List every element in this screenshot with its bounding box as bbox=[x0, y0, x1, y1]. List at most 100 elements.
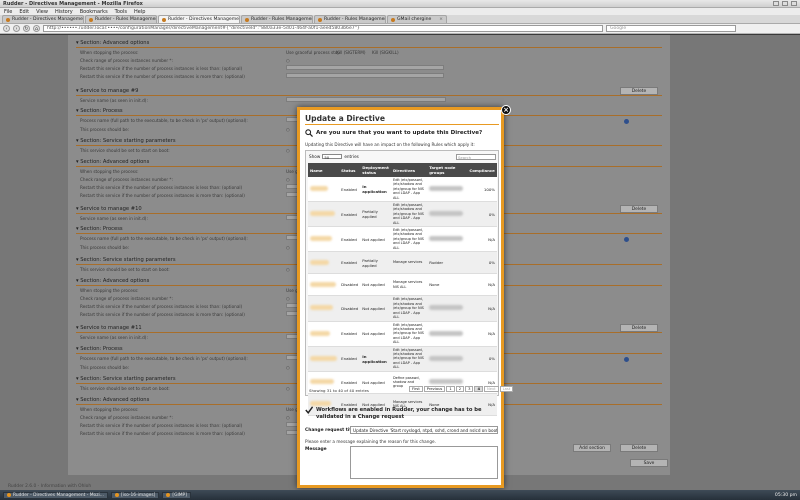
stop-mode-radio[interactable]: Use graceful process stop bbox=[286, 50, 340, 55]
delete-button[interactable]: Delete bbox=[620, 87, 658, 95]
browser-tab[interactable]: GMail chergine × bbox=[387, 15, 447, 23]
url-input[interactable]: http://••••••.rudder.local:••••/configur… bbox=[43, 25, 603, 32]
clock: 05:30 pm bbox=[774, 492, 797, 498]
rule-name-cell[interactable] bbox=[308, 201, 340, 228]
pager-last[interactable]: Last bbox=[499, 386, 514, 392]
radio-option[interactable]: ○ bbox=[286, 245, 290, 250]
field-label: This process should be: bbox=[80, 365, 130, 370]
menu-bookmarks[interactable]: Bookmarks bbox=[80, 9, 108, 15]
search-input[interactable]: Google bbox=[606, 25, 736, 32]
radio-option[interactable]: ○ bbox=[286, 415, 290, 420]
delete-button[interactable]: Delete bbox=[620, 324, 658, 332]
radio-option[interactable]: ○ bbox=[286, 365, 290, 370]
taskbar-item[interactable]: [iso-16-images] bbox=[110, 491, 160, 499]
maximize-icon[interactable] bbox=[782, 1, 788, 6]
browser-tab[interactable]: Rudder - Rules Management× bbox=[85, 15, 157, 23]
table-row[interactable]: Enabled Not applied Edit /etc/passwd, /etc… bbox=[308, 226, 497, 253]
table-row[interactable]: Enabled Partially applied Edit /etc/passwd… bbox=[308, 201, 497, 228]
text-field[interactable] bbox=[286, 97, 446, 102]
stop-mode-radio[interactable]: Kill (SIGKILL) bbox=[372, 50, 399, 55]
close-icon[interactable]: × bbox=[501, 105, 511, 115]
radio-option[interactable]: ○ bbox=[286, 267, 290, 272]
browser-tab[interactable]: Rudder - Rules Management× bbox=[314, 15, 386, 23]
info-icon[interactable] bbox=[624, 237, 629, 242]
redacted-groups bbox=[429, 330, 464, 336]
taskbar-item[interactable]: Rudder - Directives Management - Mozi... bbox=[3, 491, 108, 499]
pager-next[interactable]: Next bbox=[484, 386, 499, 392]
table-row[interactable]: Disabled Not applied Edit /etc/passwd, /et… bbox=[308, 295, 497, 322]
info-icon[interactable] bbox=[624, 357, 629, 362]
reload-icon[interactable]: ↻ bbox=[23, 25, 30, 32]
redacted-rule-name bbox=[310, 259, 329, 265]
column-header-compliance[interactable]: Compliance bbox=[467, 163, 497, 177]
forward-icon[interactable]: › bbox=[13, 25, 20, 32]
menu-view[interactable]: View bbox=[36, 9, 48, 15]
browser-tab[interactable]: Rudder - Directives Management× bbox=[2, 15, 84, 23]
column-header-name[interactable]: Name bbox=[308, 163, 340, 177]
column-header-target-node-groups[interactable]: Target node groups bbox=[427, 163, 468, 177]
rules-filter-input[interactable]: Search bbox=[456, 154, 496, 160]
menu-help[interactable]: Help bbox=[134, 9, 145, 15]
message-textarea[interactable] bbox=[350, 446, 498, 479]
change-request-title-input[interactable]: Update Directive 'Start rsyslogd, ntpd, … bbox=[350, 426, 498, 434]
radio-option[interactable]: ○ bbox=[286, 127, 290, 132]
redacted-rule-name bbox=[310, 211, 335, 217]
tab-close-icon[interactable]: × bbox=[436, 17, 443, 22]
table-row[interactable]: Enabled In application Edit /etc/passwd, /… bbox=[308, 177, 497, 203]
tab-label: Rudder - Directives Management bbox=[168, 17, 240, 22]
rule-name-cell[interactable] bbox=[308, 295, 340, 322]
radio-option[interactable]: ○ bbox=[286, 58, 290, 63]
radio-option[interactable]: ○ bbox=[286, 296, 290, 301]
pager-2[interactable]: 2 bbox=[455, 386, 465, 392]
pager-1[interactable]: 1 bbox=[446, 386, 455, 392]
menu-file[interactable]: File bbox=[4, 9, 12, 15]
table-row[interactable]: Enabled In application Edit /etc/passwd, /… bbox=[308, 346, 497, 372]
browser-tab[interactable]: Rudder - Directives Management× bbox=[158, 15, 240, 23]
section-header[interactable]: ▾ Service to manage #9 bbox=[76, 88, 662, 96]
rule-name-cell[interactable] bbox=[308, 273, 340, 297]
delete-button[interactable]: Delete bbox=[620, 444, 658, 452]
table-row[interactable]: Enabled Not applied Edit /etc/passwd, /etc… bbox=[308, 321, 497, 347]
directives-cell: Manage services NIS ALL bbox=[390, 273, 428, 297]
radio-option[interactable]: ○ bbox=[286, 177, 290, 182]
column-header-deployment-status[interactable]: Deployment status bbox=[360, 163, 391, 177]
menu-history[interactable]: History bbox=[55, 9, 73, 15]
page-length-select[interactable]: 50 bbox=[322, 154, 343, 160]
section-header[interactable]: ▾ Section: Advanced options bbox=[76, 40, 662, 48]
rule-name-cell[interactable] bbox=[308, 226, 340, 253]
radio-option[interactable]: ○ bbox=[286, 148, 290, 153]
delete-button[interactable]: Delete bbox=[620, 205, 658, 213]
column-header-directives[interactable]: Directives bbox=[390, 163, 428, 177]
pager-previous[interactable]: Previous bbox=[423, 386, 446, 392]
pager-first[interactable]: First bbox=[409, 386, 423, 392]
text-field[interactable] bbox=[286, 73, 444, 78]
back-icon[interactable]: ‹ bbox=[3, 25, 10, 32]
menu-tools[interactable]: Tools bbox=[115, 9, 127, 15]
close-window-icon[interactable] bbox=[791, 1, 797, 6]
minimize-icon[interactable] bbox=[773, 1, 779, 6]
info-icon[interactable] bbox=[624, 119, 629, 124]
taskbar-item[interactable]: [GIMP] bbox=[162, 491, 191, 499]
rule-name-cell[interactable] bbox=[308, 251, 340, 275]
home-icon[interactable]: ⌂ bbox=[33, 25, 40, 32]
stop-mode-radio[interactable]: Kill (SIGTERM) bbox=[336, 50, 366, 55]
radio-option[interactable]: ○ bbox=[286, 386, 290, 391]
pager-3[interactable]: 3 bbox=[465, 386, 474, 392]
field-label: Restart this service if the number of pr… bbox=[80, 431, 245, 436]
add-section-button[interactable]: Add section bbox=[573, 444, 611, 452]
menu-edit[interactable]: Edit bbox=[19, 9, 29, 15]
field-label: Restart this service if the number of pr… bbox=[80, 193, 245, 198]
pager-4[interactable]: 4 bbox=[474, 386, 484, 392]
rule-name-cell[interactable] bbox=[308, 321, 340, 347]
entries-label: entries bbox=[344, 154, 359, 159]
column-header-status[interactable]: Status bbox=[339, 163, 361, 177]
table-row[interactable]: Disabled Not applied Manage services NIS A… bbox=[308, 273, 497, 297]
rule-name-cell[interactable] bbox=[308, 346, 340, 372]
save-button[interactable]: Save bbox=[630, 459, 668, 467]
table-row[interactable]: Enabled Partially applied Manage services R… bbox=[308, 251, 497, 275]
text-field[interactable] bbox=[286, 65, 444, 70]
taskbar-item-label: Rudder - Directives Management - Mozi... bbox=[13, 492, 104, 498]
field-label: When stopping the process: bbox=[80, 169, 139, 174]
browser-tab[interactable]: Rudder - Rules Management× bbox=[241, 15, 313, 23]
rule-name-cell[interactable] bbox=[308, 177, 340, 203]
